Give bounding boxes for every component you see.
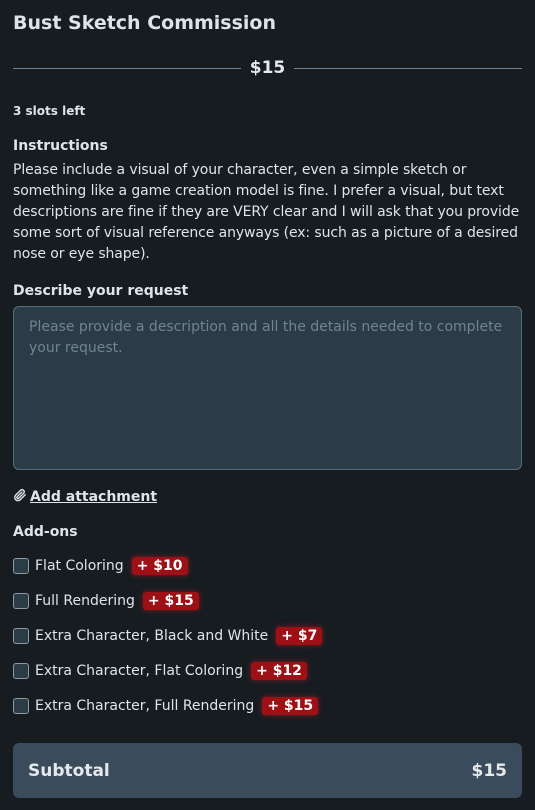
addon-name: Extra Character, Black and White bbox=[35, 628, 269, 644]
addon-name: Extra Character, Full Rendering bbox=[35, 698, 255, 714]
addon-price-badge: + $15 bbox=[262, 697, 319, 715]
commission-form: Bust Sketch Commission $15 3 slots left … bbox=[0, 0, 535, 718]
divider-line-left bbox=[13, 67, 241, 69]
addon-extra-character-full[interactable]: Extra Character, Full Rendering + $15 bbox=[13, 694, 522, 718]
paperclip-icon bbox=[13, 488, 27, 506]
request-label: Describe your request bbox=[13, 283, 189, 299]
instructions-heading: Instructions bbox=[13, 138, 108, 154]
addon-checkbox[interactable] bbox=[13, 558, 29, 574]
addon-price-badge: + $12 bbox=[251, 662, 307, 680]
addon-price-badge: + $15 bbox=[142, 592, 199, 610]
instructions-text: Please include a visual of your characte… bbox=[13, 162, 520, 262]
addon-checkbox[interactable] bbox=[13, 593, 29, 609]
addon-checkbox[interactable] bbox=[13, 663, 29, 679]
subtotal-label: Subtotal bbox=[28, 760, 110, 781]
divider-line-right bbox=[294, 67, 522, 69]
addon-price-badge: + $7 bbox=[276, 627, 323, 645]
addon-name: Extra Character, Flat Coloring bbox=[35, 663, 244, 679]
addon-extra-character-flat[interactable]: Extra Character, Flat Coloring + $12 bbox=[13, 659, 522, 683]
slots-remaining: 3 slots left bbox=[13, 104, 86, 118]
add-attachment-link[interactable]: Add attachment bbox=[13, 487, 522, 507]
subtotal-bar: Subtotal $15 bbox=[13, 743, 522, 798]
addon-full-rendering[interactable]: Full Rendering + $15 bbox=[13, 589, 522, 613]
subtotal-value: $15 bbox=[471, 760, 508, 781]
addon-name: Full Rendering bbox=[35, 593, 135, 609]
addon-price-badge: + $10 bbox=[131, 557, 188, 575]
request-textarea[interactable]: Please provide a description and all the… bbox=[13, 306, 522, 470]
price-divider: $15 bbox=[13, 56, 522, 80]
addon-checkbox[interactable] bbox=[13, 628, 29, 644]
addon-flat-coloring[interactable]: Flat Coloring + $10 bbox=[13, 554, 522, 578]
base-price: $15 bbox=[249, 58, 286, 78]
addon-extra-character-bw[interactable]: Extra Character, Black and White + $7 bbox=[13, 624, 522, 648]
addon-name: Flat Coloring bbox=[35, 558, 124, 574]
addons-list: Flat Coloring + $10 Full Rendering + $15… bbox=[13, 554, 522, 718]
addons-heading: Add-ons bbox=[13, 524, 78, 540]
page-title: Bust Sketch Commission bbox=[13, 12, 277, 34]
add-attachment-label: Add attachment bbox=[30, 489, 158, 505]
addon-checkbox[interactable] bbox=[13, 698, 29, 714]
